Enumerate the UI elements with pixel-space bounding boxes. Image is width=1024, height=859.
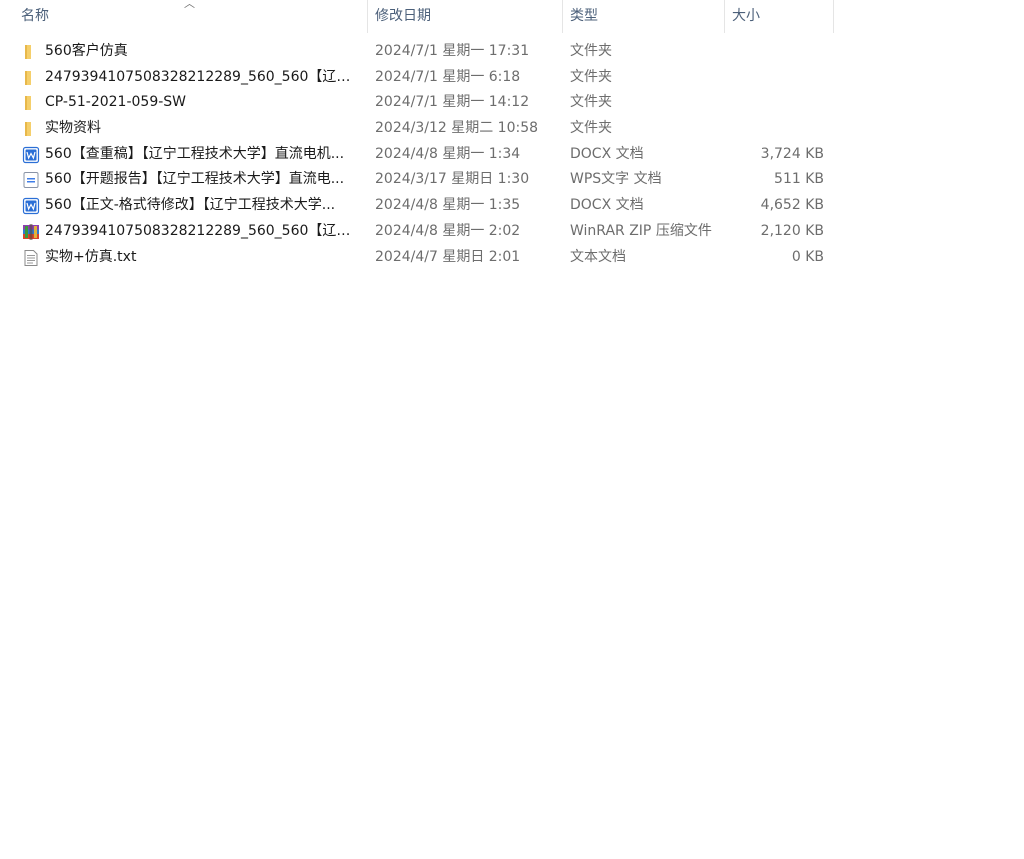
folder-icon: [22, 120, 40, 138]
file-size: 3,724 KB: [760, 145, 824, 162]
file-size: 2,120 KB: [760, 222, 824, 239]
file-name: 2479394107508328212289_560_560【辽宁...: [45, 222, 363, 239]
file-name: 2479394107508328212289_560_560【辽宁...: [45, 68, 363, 85]
file-type: 文件夹: [570, 43, 612, 59]
file-name: 560【查重稿】【辽宁工程技术大学】直流电机...: [45, 145, 345, 162]
file-date: 2024/7/1 星期一 14:12: [375, 94, 530, 111]
file-type: 文件夹: [570, 68, 612, 85]
file-type: DOCX 文档: [570, 197, 644, 214]
file-row[interactable]: 实物资料 2024/3/12 星期二 10:58 文件夹: [0, 116, 834, 142]
file-size: 511 KB: [774, 171, 824, 188]
file-type: 文本文档: [570, 248, 626, 265]
file-row[interactable]: 2479394107508328212289_560_560【辽宁... 202…: [0, 65, 834, 91]
file-name: 实物+仿真.txt: [45, 248, 137, 265]
file-list-view: 名称 ︿ 修改日期 类型 大小 560客户仿真 2024/7/1 星期一 17:…: [0, 0, 1024, 859]
file-rows: 560客户仿真 2024/7/1 星期一 17:31 文件夹 247939410…: [0, 39, 834, 270]
file-row[interactable]: 560【查重稿】【辽宁工程技术大学】直流电机... 2024/4/8 星期一 1…: [0, 142, 834, 168]
file-type: 文件夹: [570, 120, 612, 137]
file-name: CP-51-2021-059-SW: [45, 94, 187, 111]
file-row[interactable]: CP-51-2021-059-SW 2024/7/1 星期一 14:12 文件夹: [0, 90, 834, 116]
column-header-name-label: 名称: [21, 8, 49, 24]
file-date: 2024/4/7 星期日 2:01: [375, 248, 521, 265]
file-date: 2024/7/1 星期一 17:31: [375, 43, 530, 59]
file-name: 560【开题报告】【辽宁工程技术大学】直流电...: [45, 171, 345, 188]
file-row[interactable]: 2479394107508328212289_560_560【辽宁... 202…: [0, 219, 834, 245]
file-size: 4,652 KB: [760, 197, 824, 214]
file-size: 0 KB: [791, 248, 824, 265]
file-size: [728, 39, 824, 65]
file-row[interactable]: 560【正文-格式待修改】【辽宁工程技术大学... 2024/4/8 星期一 1…: [0, 193, 834, 219]
column-header-size[interactable]: 大小: [725, 0, 834, 33]
file-name: 560【正文-格式待修改】【辽宁工程技术大学...: [45, 197, 336, 214]
file-date: 2024/7/1 星期一 6:18: [375, 68, 521, 85]
word-docx-icon: [22, 197, 40, 215]
column-header-size-label: 大小: [732, 8, 760, 24]
column-header-date[interactable]: 修改日期: [368, 0, 563, 33]
file-size: [728, 90, 824, 116]
file-row[interactable]: 560【开题报告】【辽宁工程技术大学】直流电... 2024/3/17 星期日 …: [0, 167, 834, 193]
sort-ascending-icon: ︿: [184, 0, 195, 10]
file-type: 文件夹: [570, 94, 612, 111]
file-date: 2024/4/8 星期一 1:35: [375, 197, 521, 214]
file-name: 560客户仿真: [45, 43, 128, 59]
folder-icon: [22, 94, 40, 112]
folder-icon: [22, 43, 40, 61]
column-header-date-label: 修改日期: [375, 8, 431, 24]
wps-document-icon: [22, 171, 40, 189]
text-file-icon: [22, 249, 40, 267]
file-row[interactable]: 实物+仿真.txt 2024/4/7 星期日 2:01 文本文档 0 KB: [0, 245, 834, 271]
word-docx-icon: [22, 146, 40, 164]
winrar-archive-icon: [22, 223, 40, 241]
file-size: [728, 116, 824, 142]
file-size: [728, 65, 824, 91]
file-type: WPS文字 文档: [570, 171, 662, 188]
column-header-type-label: 类型: [570, 8, 598, 24]
file-row[interactable]: 560客户仿真 2024/7/1 星期一 17:31 文件夹: [0, 39, 834, 65]
file-type: WinRAR ZIP 压缩文件: [570, 222, 712, 239]
column-header-bar: 名称 ︿ 修改日期 类型 大小: [0, 0, 834, 33]
file-date: 2024/3/12 星期二 10:58: [375, 120, 539, 137]
file-date: 2024/4/8 星期一 1:34: [375, 145, 521, 162]
file-type: DOCX 文档: [570, 145, 644, 162]
column-header-type[interactable]: 类型: [563, 0, 725, 33]
file-name: 实物资料: [45, 120, 101, 137]
file-date: 2024/3/17 星期日 1:30: [375, 171, 530, 188]
file-date: 2024/4/8 星期一 2:02: [375, 222, 521, 239]
folder-icon: [22, 69, 40, 87]
